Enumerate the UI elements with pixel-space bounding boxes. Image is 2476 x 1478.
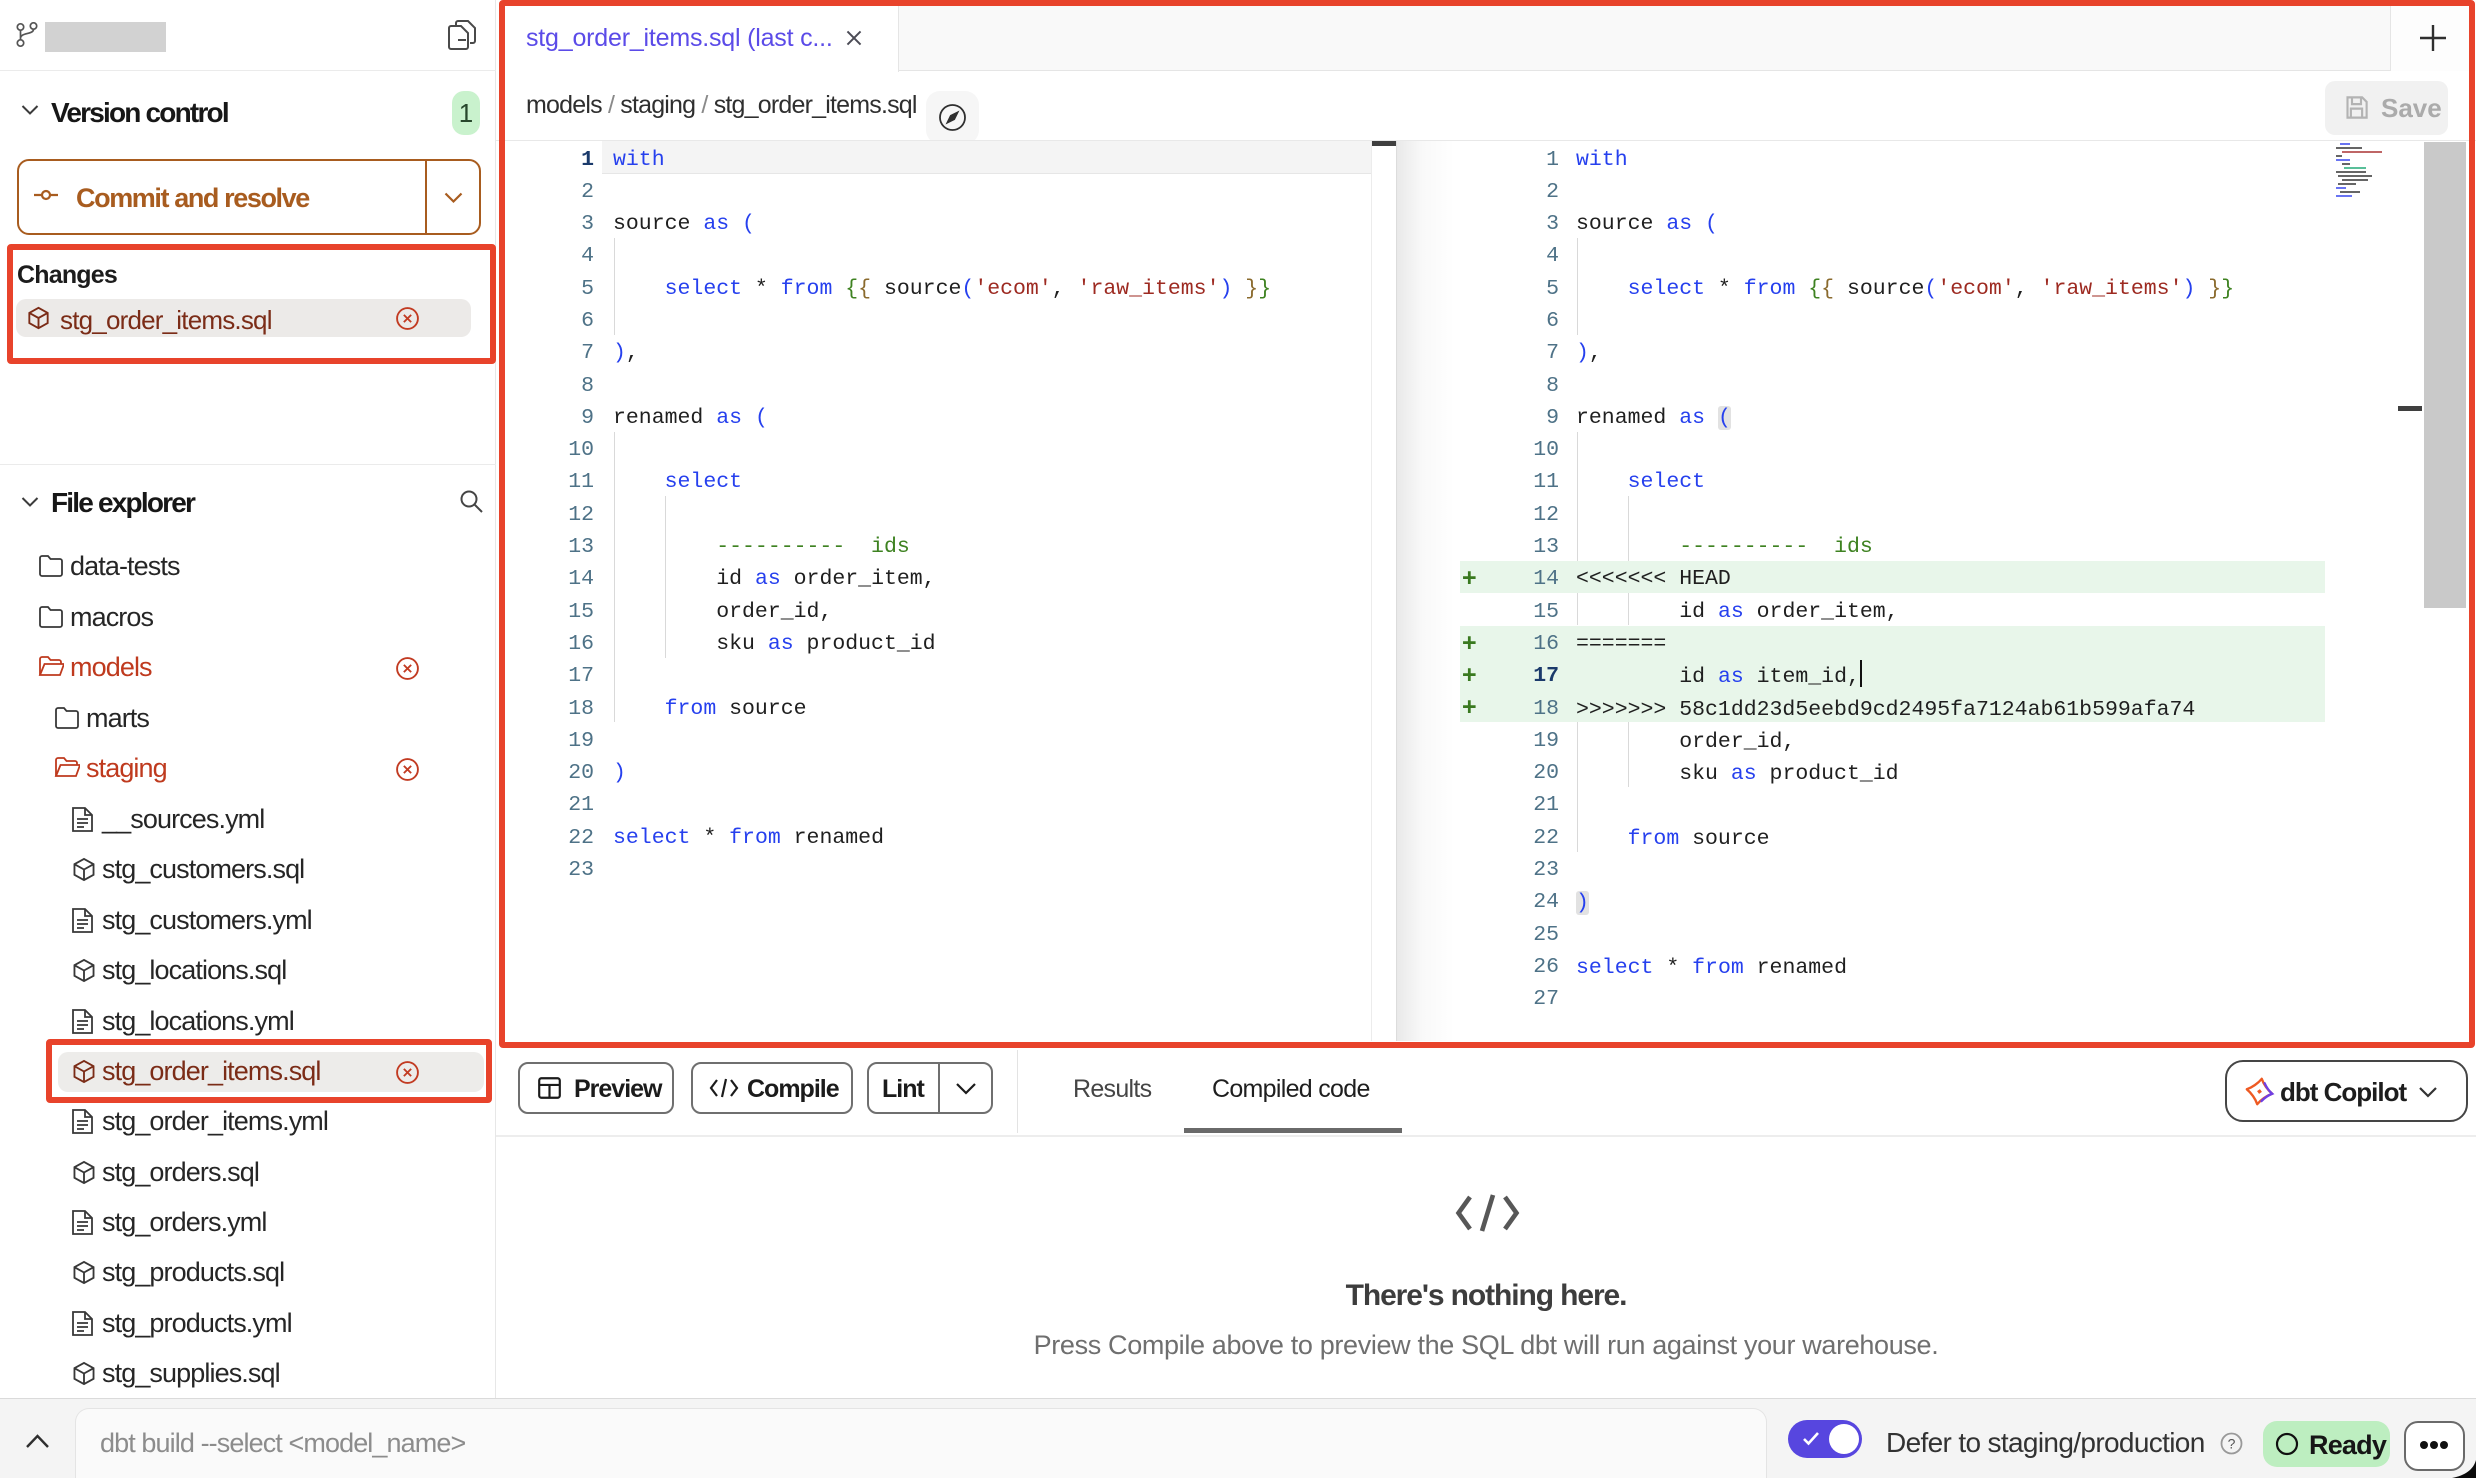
svg-text:?: ? [2228,1436,2236,1452]
